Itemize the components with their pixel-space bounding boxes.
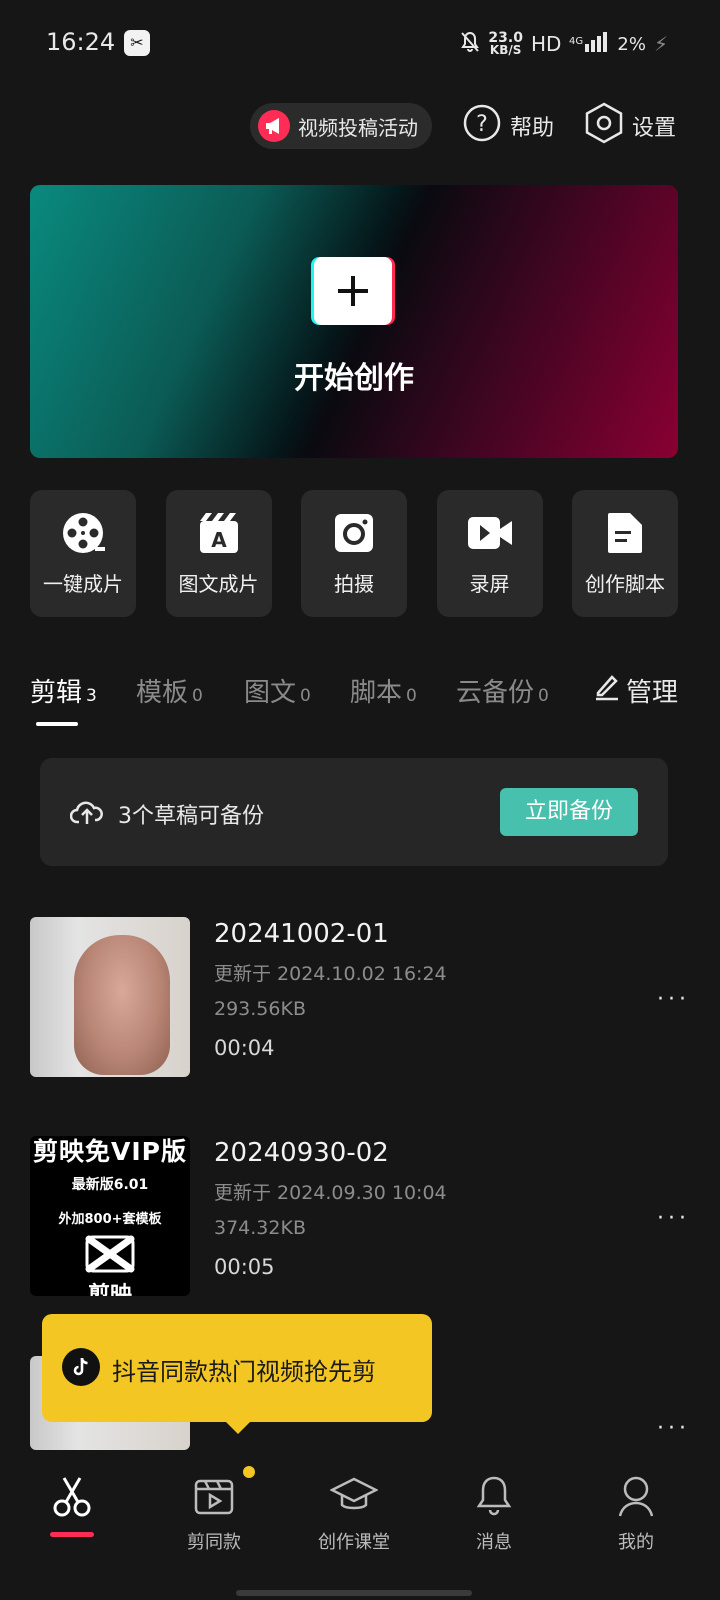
promo-tooltip-text: 抖音同款热门视频抢先剪 — [112, 1358, 376, 1386]
network-speed: 23.0 KB/S — [488, 30, 523, 57]
tool-shoot[interactable]: 拍摄 — [301, 490, 407, 617]
user-icon — [576, 1470, 696, 1522]
gear-icon — [584, 102, 624, 150]
quick-tools: 一键成片 A 图文成片 拍摄 录屏 创作脚本 — [30, 490, 678, 617]
nav-course[interactable]: 创作课堂 — [294, 1470, 414, 1554]
settings-button[interactable]: 设置 — [584, 102, 676, 150]
draft-duration: 00:04 — [214, 1036, 275, 1060]
more-options-icon[interactable]: ··· — [657, 1416, 690, 1441]
draft-item[interactable]: 剪映免VIP版 最新版6.01 外加800+套模板 剪映 20240930-02… — [30, 1136, 690, 1296]
film-reel-icon — [61, 510, 105, 556]
tool-text-to-video[interactable]: A 图文成片 — [165, 490, 272, 617]
active-tab-indicator — [36, 722, 78, 726]
tool-label: 图文成片 — [178, 572, 259, 596]
promo-line: 最新版6.01 — [71, 1177, 149, 1193]
start-creation-banner[interactable]: 开始创作 — [30, 185, 678, 458]
activity-label: 视频投稿活动 — [297, 115, 418, 140]
promo-tooltip[interactable]: 抖音同款热门视频抢先剪 — [42, 1314, 432, 1434]
draft-title: 20241002-01 — [214, 919, 389, 949]
promo-line: 外加800+套模板 — [58, 1212, 162, 1227]
status-bar: 16:24 ✂ 23.0 KB/S HD 4G 2% ⚡ — [0, 0, 720, 86]
document-icon — [606, 510, 644, 556]
draft-duration: 00:05 — [214, 1255, 275, 1279]
status-icons: 23.0 KB/S HD 4G 2% ⚡ — [460, 30, 668, 58]
tab-template[interactable]: 模板 0 — [136, 672, 203, 709]
tool-screen-record[interactable]: 录屏 — [436, 490, 543, 617]
capcut-app-icon: ✂ — [124, 30, 150, 56]
graduation-cap-icon — [294, 1470, 414, 1522]
tool-label: 一键成片 — [43, 572, 123, 596]
camera-icon — [333, 510, 375, 556]
signal-icon: 4G — [569, 30, 609, 58]
start-creation-label: 开始创作 — [294, 361, 414, 396]
tool-label: 录屏 — [469, 572, 510, 596]
more-options-icon[interactable]: ··· — [657, 987, 690, 1012]
mute-bell-icon — [460, 31, 480, 57]
top-bar: 视频投稿活动 ? 帮助 设置 — [249, 102, 676, 150]
plus-icon — [314, 257, 392, 325]
svg-text:A: A — [211, 528, 227, 552]
clapper-play-icon — [154, 1470, 274, 1522]
person-photo — [74, 935, 170, 1075]
capcut-logo-icon — [30, 1235, 190, 1277]
home-indicator — [236, 1590, 472, 1596]
battery-level: 2% — [617, 33, 646, 55]
tool-label: 创作脚本 — [585, 572, 665, 596]
nav-messages[interactable]: 消息 — [434, 1470, 554, 1554]
notification-dot — [243, 1466, 255, 1478]
scissors-icon — [12, 1470, 132, 1522]
video-camera-icon — [466, 510, 514, 556]
charging-icon: ⚡ — [653, 32, 668, 56]
draft-tabs: 剪辑 3 模板 0 图文 0 脚本 0 云备份 0 管理 — [30, 672, 678, 732]
backup-banner: 3个草稿可备份 立即备份 — [40, 758, 668, 866]
draft-thumbnail — [30, 917, 190, 1077]
megaphone-icon — [257, 110, 290, 142]
tiktok-icon — [62, 1348, 100, 1386]
svg-text:?: ? — [476, 112, 488, 137]
manage-button[interactable]: 管理 — [594, 672, 678, 709]
draft-updated: 更新于 2024.10.02 16:24 — [214, 963, 447, 985]
clock: 16:24 — [46, 28, 116, 56]
tool-label: 拍摄 — [334, 572, 374, 596]
draft-thumbnail: 剪映免VIP版 最新版6.01 外加800+套模板 剪映 — [30, 1136, 190, 1296]
backup-text: 3个草稿可备份 — [118, 804, 264, 829]
help-button[interactable]: ? 帮助 — [462, 103, 554, 149]
help-icon: ? — [462, 103, 502, 149]
promo-line: 剪映免VIP版 — [33, 1137, 187, 1166]
nav-edit[interactable] — [12, 1470, 132, 1528]
bell-icon — [434, 1470, 554, 1522]
bottom-nav: 剪同款 创作课堂 消息 我的 — [0, 1450, 720, 1600]
edit-pencil-icon — [594, 673, 620, 708]
draft-title: 20240930-02 — [214, 1138, 389, 1168]
hd-indicator: HD — [530, 32, 562, 56]
clapper-text-icon: A — [198, 510, 240, 556]
help-label: 帮助 — [509, 116, 554, 141]
svg-text:4G: 4G — [569, 36, 583, 47]
cloud-upload-icon — [69, 798, 104, 830]
tab-script[interactable]: 脚本 0 — [350, 672, 417, 709]
active-nav-indicator — [50, 1532, 94, 1537]
draft-size: 374.32KB — [214, 1217, 306, 1239]
more-options-icon[interactable]: ··· — [657, 1206, 690, 1231]
activity-button[interactable]: 视频投稿活动 — [249, 103, 432, 149]
tool-one-click-video[interactable]: 一键成片 — [30, 490, 136, 617]
draft-item[interactable]: 20241002-01 更新于 2024.10.02 16:24 293.56K… — [30, 917, 690, 1077]
settings-label: 设置 — [631, 116, 676, 141]
nav-template[interactable]: 剪同款 — [154, 1470, 274, 1554]
tab-image-text[interactable]: 图文 0 — [244, 672, 311, 709]
draft-size: 293.56KB — [214, 998, 306, 1020]
nav-profile[interactable]: 我的 — [576, 1470, 696, 1554]
backup-now-button[interactable]: 立即备份 — [500, 788, 638, 836]
promo-line: 剪映 — [87, 1283, 132, 1296]
tab-edit[interactable]: 剪辑 3 — [30, 672, 97, 709]
tab-cloud-backup[interactable]: 云备份 0 — [456, 672, 549, 709]
draft-updated: 更新于 2024.09.30 10:04 — [214, 1182, 447, 1204]
tool-script[interactable]: 创作脚本 — [572, 490, 678, 617]
